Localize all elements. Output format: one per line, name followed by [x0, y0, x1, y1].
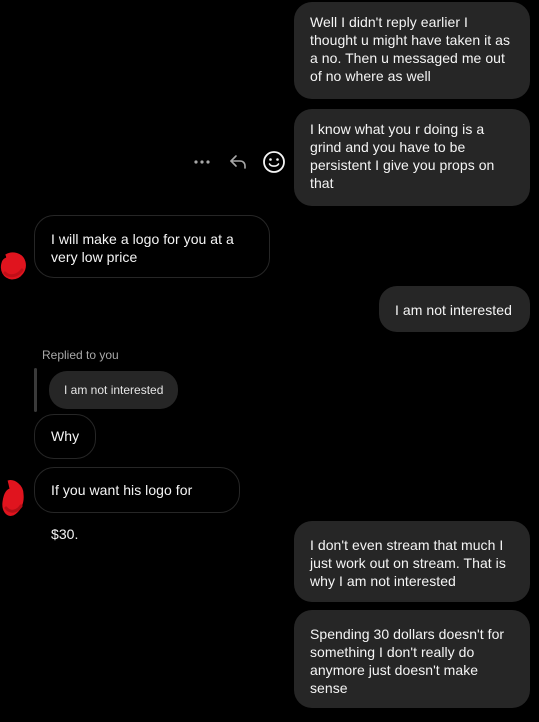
- message-bubble-received[interactable]: Why: [34, 414, 96, 459]
- reply-indicator-bar: [34, 368, 37, 412]
- message-bubble-sent[interactable]: Well I didn't reply earlier I thought u …: [294, 2, 530, 99]
- more-icon: [194, 160, 210, 164]
- message-text: I know what you r doing is a grind and y…: [310, 121, 495, 191]
- message-text: If you want his logo for $30.: [51, 482, 193, 542]
- message-text: Why: [51, 428, 80, 444]
- emoji-icon: [263, 151, 285, 173]
- more-options-button[interactable]: [190, 150, 214, 174]
- reply-preview[interactable]: I am not interested: [49, 371, 179, 409]
- message-bubble-sent[interactable]: I don't even stream that much I just wor…: [294, 521, 530, 602]
- react-button[interactable]: [261, 149, 287, 175]
- avatar[interactable]: [0, 250, 28, 282]
- reply-icon: [230, 155, 246, 169]
- message-bubble-received[interactable]: I will make a logo for you at a very low…: [34, 215, 270, 278]
- message-text: Spending 30 dollars doesn't for somethin…: [310, 626, 505, 696]
- message-text: I don't even stream that much I just wor…: [310, 537, 506, 589]
- message-text: Well I didn't reply earlier I thought u …: [310, 14, 511, 84]
- message-bubble-sent[interactable]: Spending 30 dollars doesn't for somethin…: [294, 610, 530, 708]
- message-text: I will make a logo for you at a very low…: [51, 231, 234, 265]
- message-bubble-received[interactable]: If you want his logo for $30.: [34, 467, 240, 542]
- message-bubble-sent[interactable]: I know what you r doing is a grind and y…: [294, 109, 530, 206]
- message-text: I am not interested: [395, 302, 512, 318]
- replied-to-label: Replied to you: [42, 348, 119, 362]
- reply-button[interactable]: [226, 150, 250, 174]
- reply-preview-text: I am not interested: [64, 383, 164, 397]
- avatar[interactable]: [0, 478, 28, 518]
- message-bubble-sent[interactable]: I am not interested: [379, 286, 530, 332]
